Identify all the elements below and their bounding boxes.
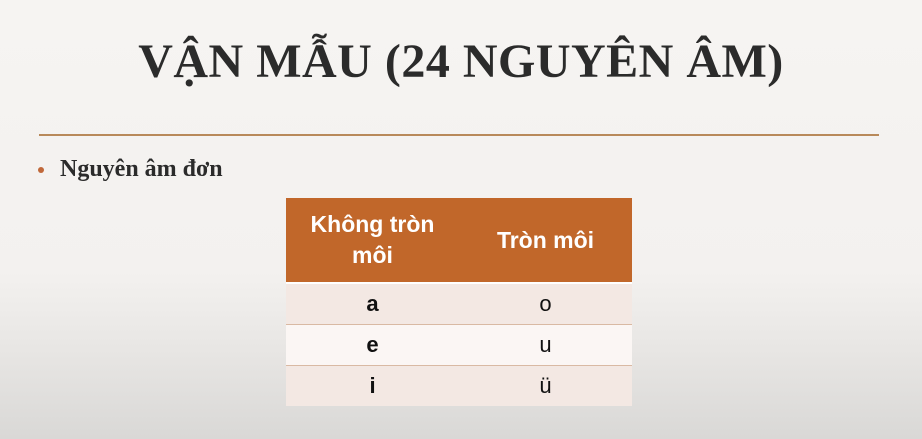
table-row: i ü — [286, 365, 632, 406]
header-unrounded: Không tròn môi — [286, 198, 459, 284]
table-cell: ü — [459, 365, 632, 406]
header-rounded: Tròn môi — [459, 198, 632, 284]
bullet-text: Nguyên âm đơn — [60, 156, 223, 182]
table-cell: e — [286, 324, 459, 366]
table-cell: a — [286, 282, 459, 325]
table-header-row: Không tròn môi Tròn môi — [286, 198, 632, 284]
table-row: a o — [286, 282, 632, 325]
bullet-item: Nguyên âm đơn — [38, 156, 223, 183]
vowel-table: Không tròn môi Tròn môi a o e u i ü — [286, 198, 632, 406]
table-cell: o — [459, 282, 632, 325]
slide-title: VẬN MẪU (24 NGUYÊN ÂM) — [138, 35, 784, 88]
table-row: e u — [286, 324, 632, 366]
title-divider — [39, 134, 879, 136]
table-cell: i — [286, 365, 459, 406]
table-cell: u — [459, 324, 632, 366]
bullet-dot-icon — [38, 166, 44, 173]
